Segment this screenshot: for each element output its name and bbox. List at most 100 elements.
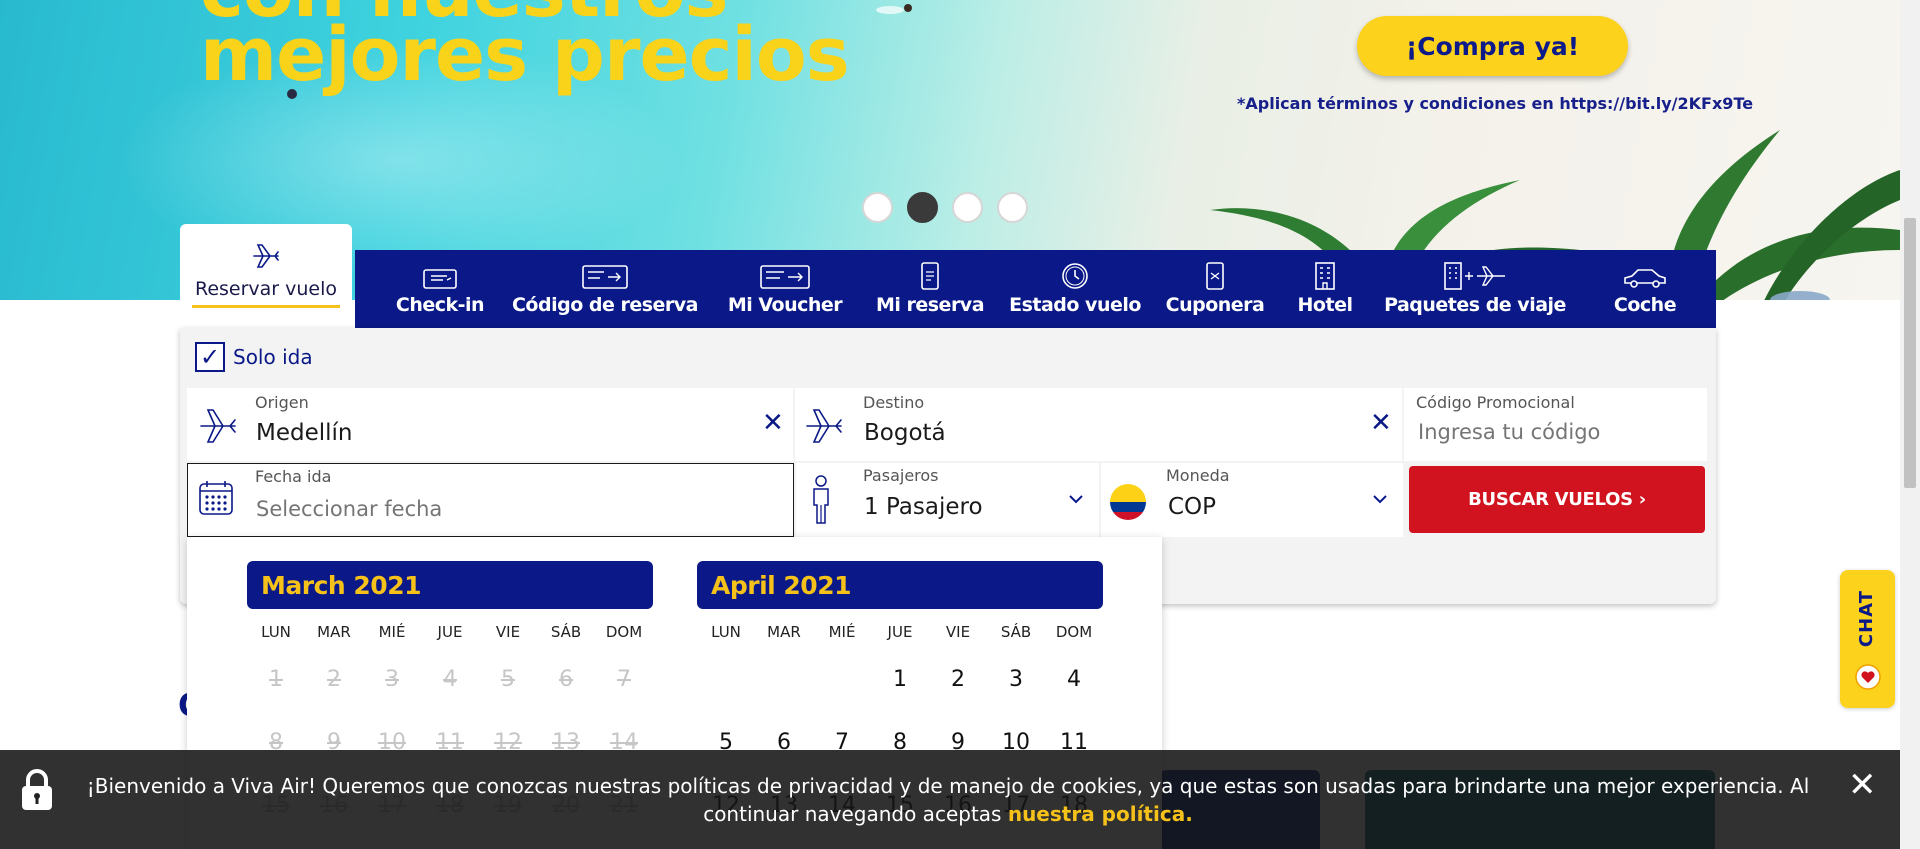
weekday-row: LUN MAR MIÉ JUE VIE SÁB DOM xyxy=(697,623,1103,641)
calendar-day: 3 xyxy=(385,667,399,692)
phone-booking-icon xyxy=(921,262,939,290)
carousel-dot-1[interactable] xyxy=(862,192,893,223)
promo-code-field[interactable]: Código Promocional xyxy=(1404,388,1707,461)
calendar-icon xyxy=(199,481,233,515)
person-icon xyxy=(813,475,829,524)
one-way-checkbox[interactable]: ✓ xyxy=(195,342,225,372)
one-way-label: Solo ida xyxy=(233,345,313,369)
voucher-icon xyxy=(760,265,810,289)
tab-estado-vuelo-label: Estado vuelo xyxy=(1009,294,1141,316)
weekday-label: SÁB xyxy=(1000,623,1032,641)
tab-paquetes-viaje-label: Paquetes de viaje xyxy=(1384,294,1566,316)
tab-mi-voucher[interactable]: Mi Voucher xyxy=(715,250,855,328)
weekday-label: JUE xyxy=(887,623,913,641)
carousel-dot-4[interactable] xyxy=(997,192,1028,223)
calendar-day: 7 xyxy=(617,667,631,692)
calendar-day[interactable]: 1 xyxy=(871,653,929,716)
destination-field[interactable]: Destino Bogotá ✕ xyxy=(795,388,1402,461)
colombia-flag-icon xyxy=(1110,484,1146,520)
origin-label: Origen xyxy=(255,393,309,412)
month-title: March 2021 xyxy=(247,561,653,609)
weekday-label: MAR xyxy=(317,623,351,641)
cookie-message: ¡Bienvenido a Viva Air! Queremos que con… xyxy=(86,774,1810,826)
destination-clear-icon[interactable]: ✕ xyxy=(1370,410,1392,436)
destination-value: Bogotá xyxy=(864,420,946,446)
tab-coche-label: Coche xyxy=(1613,294,1677,316)
weekday-label: SÁB xyxy=(550,623,582,641)
chevron-down-icon[interactable] xyxy=(1372,493,1388,505)
destination-label: Destino xyxy=(863,393,925,412)
swimmer-icon xyxy=(876,4,912,14)
carousel-dot-3[interactable] xyxy=(952,192,983,223)
airplane-icon xyxy=(253,244,279,268)
weekday-label: MIÉ xyxy=(828,623,856,641)
calendar-day[interactable]: 3 xyxy=(987,653,1045,716)
car-icon xyxy=(1624,269,1666,288)
promo-code-label: Código Promocional xyxy=(1416,393,1575,412)
departure-date-input[interactable] xyxy=(256,497,756,521)
active-tab-underline xyxy=(192,305,340,308)
chat-heart-icon xyxy=(1855,664,1881,690)
month-title: April 2021 xyxy=(697,561,1103,609)
tab-bar: Check-in Código de reserva Mi Voucher Mi… xyxy=(355,250,1716,328)
currency-value: COP xyxy=(1168,494,1217,520)
weekday-label: VIE xyxy=(495,623,521,641)
tab-cuponera[interactable]: Cuponera xyxy=(1155,250,1275,328)
boarding-pass-icon xyxy=(423,269,457,289)
tab-check-in-label: Check-in xyxy=(395,294,485,316)
clock-icon xyxy=(1062,263,1088,289)
passengers-field[interactable]: Pasajeros 1 Pasajero xyxy=(796,463,1099,537)
calendar-day: 6 xyxy=(559,667,573,692)
weekday-label: LUN xyxy=(261,623,291,641)
tab-cuponera-label: Cuponera xyxy=(1165,294,1265,316)
cookie-close-icon[interactable]: ✕ xyxy=(1848,768,1877,802)
search-flights-button[interactable]: BUSCAR VUELOS › xyxy=(1409,466,1705,533)
hero-headline-line2: mejores precios xyxy=(200,12,850,98)
calendar-blank-cell xyxy=(697,653,755,716)
chevron-down-icon[interactable] xyxy=(1068,493,1084,505)
passengers-label: Pasajeros xyxy=(863,466,939,485)
origin-field[interactable]: Origen Medellín ✕ xyxy=(187,388,793,461)
currency-label: Moneda xyxy=(1166,466,1230,485)
one-way-toggle[interactable]: ✓ Solo ida xyxy=(195,342,313,372)
carousel-dots xyxy=(862,192,1028,223)
tab-mi-voucher-label: Mi Voucher xyxy=(727,294,843,316)
tab-mi-reserva-label: Mi reserva xyxy=(875,294,985,316)
calendar-day: 1 xyxy=(269,667,283,692)
cookie-banner: ¡Bienvenido a Viva Air! Queremos que con… xyxy=(0,750,1900,849)
tab-check-in[interactable]: Check-in xyxy=(380,250,500,328)
scrollbar-thumb[interactable] xyxy=(1904,218,1916,488)
promo-code-input[interactable] xyxy=(1418,420,1688,444)
currency-field[interactable]: Moneda COP xyxy=(1101,463,1403,537)
airplane-icon xyxy=(806,409,842,443)
tab-coche[interactable]: Coche xyxy=(1595,250,1695,328)
tab-hotel[interactable]: Hotel xyxy=(1285,250,1365,328)
tab-mi-reserva[interactable]: Mi reserva xyxy=(870,250,990,328)
lock-icon xyxy=(22,769,52,810)
tab-codigo-reserva[interactable]: Código de reserva xyxy=(505,250,705,328)
chat-button[interactable]: CHAT xyxy=(1840,570,1895,708)
buy-now-button[interactable]: ¡Compra ya! xyxy=(1357,16,1628,76)
tab-paquetes-viaje[interactable]: Paquetes de viaje xyxy=(1384,250,1566,328)
privacy-policy-link[interactable]: nuestra política. xyxy=(1008,802,1193,826)
tab-codigo-reserva-label: Código de reserva xyxy=(511,294,699,316)
weekday-label: VIE xyxy=(945,623,971,641)
weekday-row: LUN MAR MIÉ JUE VIE SÁB DOM xyxy=(247,623,653,641)
calendar-blank-cell xyxy=(813,653,871,716)
weekday-label: DOM xyxy=(1055,623,1093,641)
departure-date-field[interactable]: Fecha ida xyxy=(187,463,794,537)
departure-date-label: Fecha ida xyxy=(255,467,332,486)
calendar-blank-cell xyxy=(755,653,813,716)
weekday-label: MAR xyxy=(767,623,801,641)
weekday-label: MIÉ xyxy=(378,623,406,641)
tab-reservar-vuelo[interactable]: Reservar vuelo xyxy=(180,224,352,330)
coupon-phone-icon xyxy=(1206,262,1224,290)
calendar-day[interactable]: 4 xyxy=(1045,653,1103,716)
calendar-day: 2 xyxy=(327,667,341,692)
chat-label: CHAT xyxy=(1856,590,1877,648)
calendar-day: 5 xyxy=(501,667,515,692)
tab-estado-vuelo[interactable]: Estado vuelo xyxy=(1009,250,1141,328)
origin-clear-icon[interactable]: ✕ xyxy=(762,410,784,436)
calendar-day[interactable]: 2 xyxy=(929,653,987,716)
carousel-dot-2[interactable] xyxy=(907,192,938,223)
